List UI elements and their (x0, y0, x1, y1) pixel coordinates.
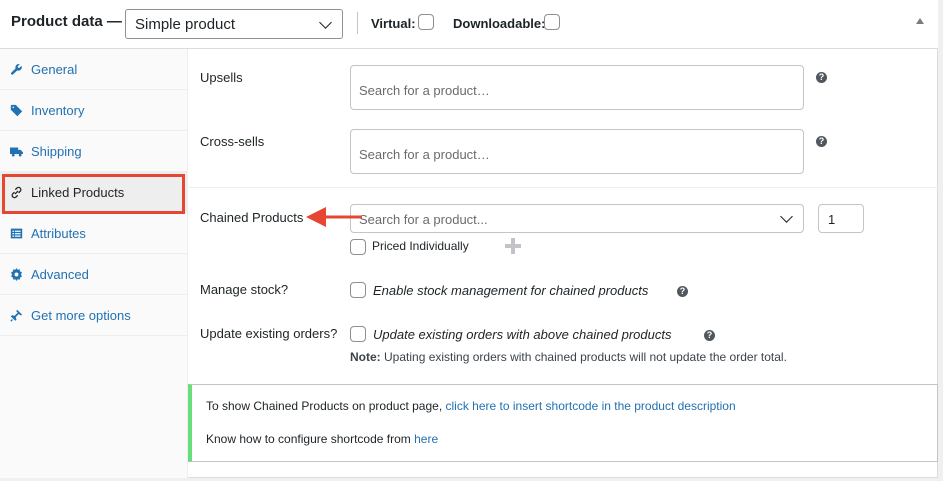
header-divider (357, 12, 358, 34)
configure-shortcode-link[interactable]: here (414, 432, 438, 446)
tab-advanced[interactable]: Advanced (0, 254, 188, 295)
panel-title: Product data — (11, 13, 122, 30)
list-icon (10, 228, 23, 239)
virtual-label: Virtual: (371, 16, 416, 31)
collapse-toggle-icon[interactable] (916, 18, 924, 24)
notice-line-2: Know how to configure shortcode from her… (206, 432, 438, 446)
notice-text-2: Know how to configure shortcode from (206, 432, 411, 446)
quantity-value: 1 (828, 212, 836, 227)
product-data-tabs: General Inventory Shipping Linked Produc… (0, 49, 188, 478)
downloadable-checkbox[interactable] (544, 14, 560, 30)
manage-stock-checkbox[interactable] (350, 282, 366, 298)
tab-label: Inventory (31, 103, 85, 118)
notice-line-1: To show Chained Products on product page… (206, 399, 736, 413)
tab-general[interactable]: General (0, 49, 188, 90)
virtual-checkbox[interactable] (418, 14, 434, 30)
tab-shipping[interactable]: Shipping (0, 131, 188, 172)
add-row-icon[interactable] (504, 237, 522, 255)
help-icon[interactable]: ? (816, 72, 827, 83)
tab-label: Shipping (31, 144, 82, 159)
chained-quantity-input[interactable]: 1 (818, 204, 864, 233)
manage-stock-text: Enable stock management for chained prod… (373, 283, 649, 298)
update-orders-label: Update existing orders? (200, 326, 338, 341)
priced-individually-label: Priced Individually (372, 239, 469, 253)
note-text: Upating existing orders with chained pro… (384, 350, 787, 364)
crosssells-placeholder: Search for a product… (359, 147, 490, 162)
tab-label: Attributes (31, 226, 86, 241)
chevron-down-icon (319, 16, 332, 29)
manage-stock-label: Manage stock? (200, 282, 289, 297)
product-data-header: Product data — Simple product Virtual: D… (0, 0, 938, 49)
tab-label: Advanced (31, 267, 89, 282)
chevron-down-icon (780, 210, 793, 223)
priced-individually-checkbox[interactable] (350, 239, 366, 255)
pointer-arrow-icon (306, 207, 362, 227)
chained-products-search-select[interactable]: Search for a product... (350, 204, 804, 233)
product-data-panel: Product data — Simple product Virtual: D… (0, 0, 938, 478)
shortcode-notice: To show Chained Products on product page… (188, 384, 938, 462)
tab-attributes[interactable]: Attributes (0, 213, 188, 254)
tab-label: General (31, 62, 78, 77)
plugin-icon (10, 309, 23, 322)
update-orders-text: Update existing orders with above chaine… (373, 327, 672, 342)
product-type-select[interactable]: Simple product (125, 9, 343, 39)
note-bold: Note: (350, 350, 381, 364)
wrench-icon (10, 64, 22, 75)
highlight-box (2, 174, 185, 214)
gear-icon (11, 268, 22, 281)
tag-icon (10, 104, 23, 117)
product-type-value: Simple product (135, 16, 236, 33)
tab-inventory[interactable]: Inventory (0, 90, 188, 131)
truck-icon (10, 147, 23, 157)
chained-products-placeholder: Search for a product... (359, 212, 488, 227)
tab-label: Get more options (31, 308, 131, 323)
tab-get-more-options[interactable]: Get more options (0, 295, 188, 336)
help-icon[interactable]: ? (816, 136, 827, 147)
notice-text-1: To show Chained Products on product page… (206, 399, 443, 413)
crosssells-label: Cross-sells (200, 134, 265, 149)
downloadable-label: Downloadable: (453, 16, 546, 31)
update-orders-checkbox[interactable] (350, 326, 366, 342)
upsells-placeholder: Search for a product… (359, 83, 490, 98)
update-orders-note: Note: Upating existing orders with chain… (350, 350, 787, 364)
help-icon[interactable]: ? (704, 330, 715, 341)
help-icon[interactable]: ? (677, 286, 688, 297)
section-divider (189, 187, 938, 188)
chained-products-label: Chained Products (200, 210, 304, 225)
insert-shortcode-link[interactable]: click here to insert shortcode in the pr… (446, 399, 736, 413)
upsells-search-input[interactable]: Search for a product… (350, 65, 804, 110)
upsells-label: Upsells (200, 70, 243, 85)
crosssells-search-input[interactable]: Search for a product… (350, 129, 804, 174)
